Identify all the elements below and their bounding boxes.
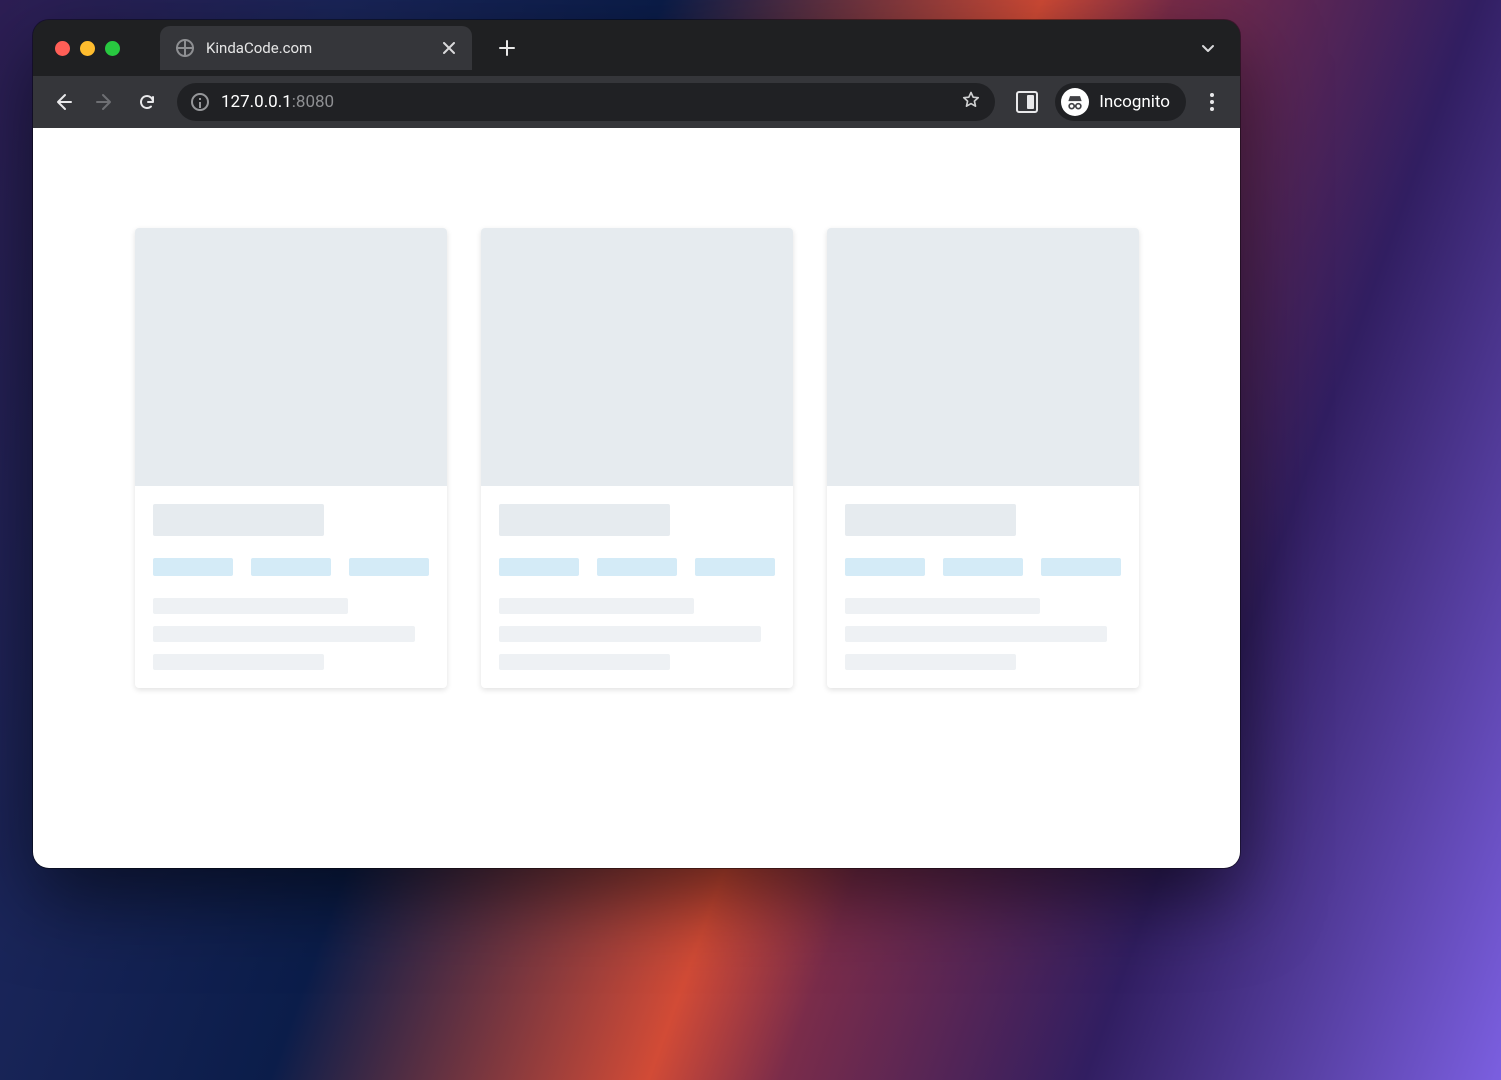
skeleton-body — [481, 486, 793, 688]
incognito-indicator[interactable]: Incognito — [1055, 83, 1186, 121]
skeleton-tag — [153, 558, 233, 576]
tab-overflow-button[interactable] — [1194, 34, 1222, 62]
skeleton-line — [499, 654, 670, 670]
star-icon — [961, 90, 981, 110]
incognito-icon — [1065, 92, 1085, 112]
reload-icon — [137, 92, 157, 112]
skeleton-tag-row — [499, 558, 775, 576]
address-bar[interactable]: 127.0.0.1:8080 — [177, 83, 995, 121]
skeleton-tag — [597, 558, 677, 576]
window-fullscreen-button[interactable] — [105, 41, 120, 56]
site-info-icon[interactable] — [191, 93, 209, 111]
close-tab-button[interactable] — [438, 37, 460, 59]
kebab-icon — [1209, 92, 1215, 112]
globe-icon — [176, 39, 194, 57]
skeleton-paragraph — [499, 598, 775, 670]
skeleton-line — [845, 654, 1016, 670]
skeleton-title — [499, 504, 670, 536]
window-minimize-button[interactable] — [80, 41, 95, 56]
skeleton-paragraph — [845, 598, 1121, 670]
side-panel-button[interactable] — [1011, 86, 1043, 118]
close-icon — [443, 42, 455, 54]
url-port: :8080 — [292, 92, 334, 112]
browser-toolbar: 127.0.0.1:8080 Incognito — [33, 76, 1240, 128]
skeleton-tag — [943, 558, 1023, 576]
skeleton-thumbnail — [481, 228, 793, 486]
tab-bar: KindaCode.com — [33, 20, 1240, 76]
skeleton-line — [499, 598, 695, 614]
chevron-down-icon — [1200, 40, 1216, 56]
skeleton-body — [827, 486, 1139, 688]
page-viewport — [33, 128, 1240, 868]
skeleton-body — [135, 486, 447, 688]
skeleton-tag — [695, 558, 775, 576]
skeleton-line — [845, 626, 1107, 642]
plus-icon — [499, 40, 515, 56]
skeleton-title — [845, 504, 1016, 536]
skeleton-tag — [251, 558, 331, 576]
skeleton-title — [153, 504, 324, 536]
skeleton-card — [481, 228, 793, 688]
skeleton-line — [153, 626, 415, 642]
incognito-label: Incognito — [1099, 92, 1170, 112]
skeleton-tag — [499, 558, 579, 576]
browser-menu-button[interactable] — [1198, 88, 1226, 116]
skeleton-line — [153, 654, 324, 670]
skeleton-thumbnail — [135, 228, 447, 486]
reload-button[interactable] — [131, 86, 163, 118]
skeleton-tag — [1041, 558, 1121, 576]
url-text: 127.0.0.1:8080 — [221, 92, 334, 112]
arrow-right-icon — [95, 92, 115, 112]
bookmark-button[interactable] — [961, 90, 981, 114]
skeleton-line — [153, 598, 349, 614]
panel-icon — [1016, 91, 1038, 113]
skeleton-card — [827, 228, 1139, 688]
toolbar-right: Incognito — [1011, 83, 1226, 121]
forward-button[interactable] — [89, 86, 121, 118]
back-button[interactable] — [47, 86, 79, 118]
browser-window: KindaCode.com 127.0.0.1:8080 — [33, 20, 1240, 868]
new-tab-button[interactable] — [492, 33, 522, 63]
skeleton-tag-row — [845, 558, 1121, 576]
skeleton-card — [135, 228, 447, 688]
window-close-button[interactable] — [55, 41, 70, 56]
skeleton-paragraph — [153, 598, 429, 670]
skeleton-line — [845, 598, 1041, 614]
skeleton-line — [499, 626, 761, 642]
skeleton-tag — [845, 558, 925, 576]
browser-tab-active[interactable]: KindaCode.com — [160, 26, 472, 70]
window-traffic-lights — [55, 41, 120, 56]
skeleton-tag-row — [153, 558, 429, 576]
skeleton-tag — [349, 558, 429, 576]
incognito-avatar — [1061, 88, 1089, 116]
skeleton-thumbnail — [827, 228, 1139, 486]
arrow-left-icon — [53, 92, 73, 112]
tab-title: KindaCode.com — [206, 39, 426, 57]
url-host: 127.0.0.1 — [221, 92, 292, 112]
